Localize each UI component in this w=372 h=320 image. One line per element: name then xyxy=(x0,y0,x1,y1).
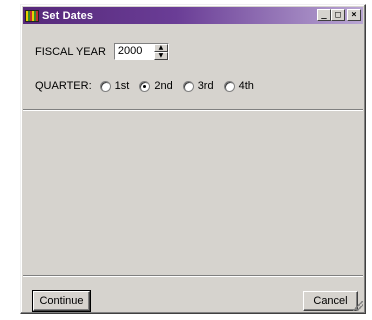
close-button[interactable]: × xyxy=(347,9,361,21)
cancel-button[interactable]: Cancel xyxy=(303,291,358,311)
radio-quarter-2nd[interactable]: 2nd xyxy=(139,80,173,92)
quarter-label: QUARTER: xyxy=(35,80,92,92)
window-title: Set Dates xyxy=(42,9,94,22)
radio-label-4th: 4th xyxy=(238,80,254,92)
title-bar[interactable]: Set Dates _ □ × xyxy=(23,7,363,24)
window-controls: _ □ × xyxy=(317,9,361,21)
radio-button-icon[interactable] xyxy=(223,80,235,92)
fiscal-year-input[interactable]: 2000 xyxy=(114,44,154,59)
minimize-button[interactable]: _ xyxy=(317,9,331,21)
spin-down-icon[interactable]: ▼ xyxy=(153,52,168,60)
fiscal-year-row: FISCAL YEAR 2000 ▲ ▼ xyxy=(35,43,169,60)
app-icon xyxy=(25,9,39,22)
radio-label-2nd: 2nd xyxy=(154,80,173,92)
spin-up-icon[interactable]: ▲ xyxy=(153,44,168,52)
radio-quarter-3rd[interactable]: 3rd xyxy=(182,80,214,92)
quarter-row: QUARTER: 1st 2nd 3rd 4th xyxy=(35,80,264,92)
divider-top xyxy=(23,109,363,111)
set-dates-window: Set Dates _ □ × FISCAL YEAR 2000 ▲ ▼ QUA… xyxy=(20,4,366,314)
radio-button-icon[interactable] xyxy=(182,80,194,92)
fiscal-year-spinner[interactable]: 2000 ▲ ▼ xyxy=(113,43,169,60)
fiscal-year-label: FISCAL YEAR xyxy=(35,45,106,58)
maximize-button[interactable]: □ xyxy=(331,9,345,21)
radio-quarter-1st[interactable]: 1st xyxy=(99,80,130,92)
radio-label-3rd: 3rd xyxy=(197,80,214,92)
radio-button-icon[interactable] xyxy=(99,80,111,92)
resize-grip-icon[interactable] xyxy=(353,301,363,311)
spinner-arrows: ▲ ▼ xyxy=(153,44,168,60)
radio-quarter-4th[interactable]: 4th xyxy=(223,80,254,92)
quarter-radio-group: 1st 2nd 3rd 4th xyxy=(99,80,264,92)
radio-label-1st: 1st xyxy=(114,80,130,92)
radio-button-checked-icon[interactable] xyxy=(139,80,151,92)
continue-button[interactable]: Continue xyxy=(32,290,91,312)
divider-bottom xyxy=(23,275,363,277)
